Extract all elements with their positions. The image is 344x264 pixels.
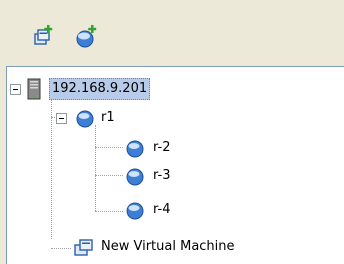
new-vm-icon [30,24,56,50]
tree-node-pool[interactable]: r1 [7,107,344,131]
server-icon [27,78,41,100]
resource-pool-icon [125,167,145,187]
resource-pool-icon [75,109,95,129]
resource-pool-icon [125,201,145,221]
tree-node-label[interactable]: r-2 [153,138,170,158]
tree-node-label[interactable]: New Virtual Machine [101,237,235,257]
new-resource-pool-icon [74,24,100,50]
virtual-machine-icon [73,238,95,258]
tree-node-host[interactable]: 192.168.9.201 [7,77,344,101]
tree-node-child[interactable]: r-2 [7,137,344,161]
inventory-tree: 192.168.9.201 r1 r-2 r-3 r-4 New Virtual… [6,66,344,264]
tree-node-child[interactable]: r-4 [7,201,344,225]
tree-node-label[interactable]: r-4 [153,200,170,220]
collapse-icon[interactable] [56,113,67,124]
collapse-icon[interactable] [10,84,21,95]
resource-pool-icon [125,139,145,159]
tree-node-child[interactable]: r-3 [7,165,344,189]
new-resource-pool-button[interactable] [74,24,100,50]
toolbar [0,0,344,66]
new-vm-button[interactable] [30,24,56,50]
tree-node-label[interactable]: r-3 [153,166,170,186]
tree-node-label[interactable]: 192.168.9.201 [49,78,151,100]
tree-node-label[interactable]: r1 [101,108,115,128]
tree-node-vm[interactable]: New Virtual Machine [7,237,344,261]
